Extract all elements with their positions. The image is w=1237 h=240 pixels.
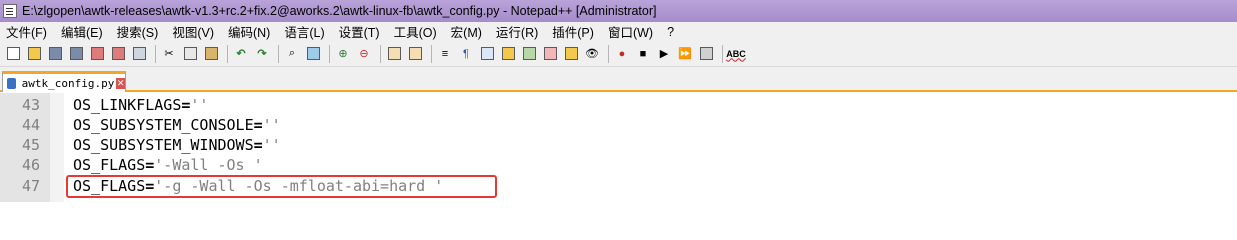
identifier: OS_SUBSYSTEM_CONSOLE <box>73 116 254 134</box>
code-line: 44 OS_SUBSYSTEM_CONSOLE='' <box>0 115 1237 135</box>
toolbar-separator <box>278 44 279 63</box>
new-file-icon[interactable] <box>4 45 22 63</box>
menu-settings[interactable]: 设置(T) <box>339 22 380 41</box>
undo-icon[interactable]: ↶ <box>232 45 250 63</box>
redo-icon[interactable]: ↷ <box>253 45 271 63</box>
toolbar-separator <box>722 44 723 63</box>
word-wrap-icon[interactable]: ≡ <box>436 45 454 63</box>
menu-run[interactable]: 运行(R) <box>496 22 538 41</box>
code-line: 45 OS_SUBSYSTEM_WINDOWS='' <box>0 135 1237 155</box>
zoom-out-icon[interactable]: ⊖ <box>355 45 373 63</box>
operator: = <box>253 136 263 154</box>
stop-macro-icon[interactable]: ■ <box>634 45 652 63</box>
menu-plugins[interactable]: 插件(P) <box>552 22 594 41</box>
string-literal: '' <box>190 96 209 114</box>
line-number: 45 <box>21 136 40 154</box>
close-tab-icon[interactable]: ✕ <box>116 77 125 89</box>
code-text: OS_LINKFLAGS='' <box>73 95 208 115</box>
menu-macro[interactable]: 宏(M) <box>451 22 482 41</box>
indent-guide-icon[interactable] <box>478 45 496 63</box>
toolbar-separator <box>155 44 156 63</box>
menu-file[interactable]: 文件(F) <box>6 22 47 41</box>
save-macro-icon[interactable] <box>697 45 715 63</box>
file-icon <box>7 77 16 89</box>
line-number: 43 <box>21 96 40 114</box>
close-icon[interactable] <box>88 45 106 63</box>
code-editor[interactable]: 43 OS_LINKFLAGS='' 44 OS_SUBSYSTEM_CONSO… <box>0 93 1237 202</box>
menu-help[interactable]: ? <box>667 25 674 39</box>
operator: = <box>253 116 263 134</box>
code-line: 43 OS_LINKFLAGS='' <box>0 95 1237 115</box>
identifier: OS_SUBSYSTEM_WINDOWS <box>73 136 254 154</box>
string-literal: '' <box>262 136 281 154</box>
doc-map-icon[interactable] <box>520 45 538 63</box>
copy-icon[interactable] <box>181 45 199 63</box>
toolbar-separator <box>431 44 432 63</box>
menu-language[interactable]: 语言(L) <box>284 22 324 41</box>
folder-workspace-icon[interactable] <box>562 45 580 63</box>
zoom-in-icon[interactable]: ⊕ <box>334 45 352 63</box>
menu-search[interactable]: 搜索(S) <box>117 22 159 41</box>
line-number: 44 <box>21 116 40 134</box>
notepad-icon <box>3 4 17 18</box>
play-macro-icon[interactable]: ▶ <box>655 45 673 63</box>
line-number: 47 <box>21 177 40 195</box>
toolbar-separator <box>608 44 609 63</box>
cut-icon[interactable]: ✂ <box>160 45 178 63</box>
user-lang-icon[interactable] <box>499 45 517 63</box>
toolbar: ✂ ↶ ↷ ⌕ ⊕ ⊖ ≡ ¶ 👁 ● ■ ▶ ⏩ ABC <box>0 41 1237 67</box>
print-icon[interactable] <box>130 45 148 63</box>
tab-label: awtk_config.py <box>21 76 115 90</box>
title-bar: E:\zlgopen\awtk-releases\awtk-v1.3+rc.2+… <box>0 0 1237 22</box>
menu-bar: 文件(F) 编辑(E) 搜索(S) 视图(V) 编码(N) 语言(L) 设置(T… <box>0 22 1237 41</box>
toolbar-separator <box>227 44 228 63</box>
record-macro-icon[interactable]: ● <box>613 45 631 63</box>
show-all-chars-icon[interactable]: ¶ <box>457 45 475 63</box>
code-text: OS_SUBSYSTEM_WINDOWS='' <box>73 135 281 155</box>
highlight-annotation-box <box>66 175 497 198</box>
identifier: OS_FLAGS <box>73 156 146 174</box>
save-icon[interactable] <box>46 45 64 63</box>
sync-vertical-icon[interactable] <box>385 45 403 63</box>
replace-icon[interactable] <box>304 45 322 63</box>
sync-horizontal-icon[interactable] <box>406 45 424 63</box>
code-text: OS_FLAGS='-Wall -Os ' <box>73 155 263 175</box>
menu-encoding[interactable]: 编码(N) <box>228 22 270 41</box>
find-icon[interactable]: ⌕ <box>283 45 301 63</box>
toolbar-separator <box>329 44 330 63</box>
run-macro-multiple-icon[interactable]: ⏩ <box>676 45 694 63</box>
save-all-icon[interactable] <box>67 45 85 63</box>
menu-window[interactable]: 窗口(W) <box>608 22 653 41</box>
identifier: OS_LINKFLAGS <box>73 96 182 114</box>
close-all-icon[interactable] <box>109 45 127 63</box>
function-list-icon[interactable] <box>541 45 559 63</box>
menu-view[interactable]: 视图(V) <box>172 22 214 41</box>
menu-tools[interactable]: 工具(O) <box>394 22 437 41</box>
line-number: 46 <box>21 156 40 174</box>
string-literal: '' <box>262 116 281 134</box>
spell-check-icon[interactable]: ABC <box>726 45 746 63</box>
monitoring-icon[interactable]: 👁 <box>583 45 601 63</box>
code-text: OS_SUBSYSTEM_CONSOLE='' <box>73 115 281 135</box>
string-literal: '-Wall -Os ' <box>154 156 263 174</box>
menu-edit[interactable]: 编辑(E) <box>61 22 103 41</box>
paste-icon[interactable] <box>202 45 220 63</box>
tab-bar: awtk_config.py ✕ <box>0 67 1237 92</box>
code-line: 46 OS_FLAGS='-Wall -Os ' <box>0 155 1237 175</box>
window-title: E:\zlgopen\awtk-releases\awtk-v1.3+rc.2+… <box>22 4 657 18</box>
operator: = <box>145 156 155 174</box>
open-file-icon[interactable] <box>25 45 43 63</box>
toolbar-separator <box>380 44 381 63</box>
tab-awtk-config[interactable]: awtk_config.py ✕ <box>2 71 126 92</box>
